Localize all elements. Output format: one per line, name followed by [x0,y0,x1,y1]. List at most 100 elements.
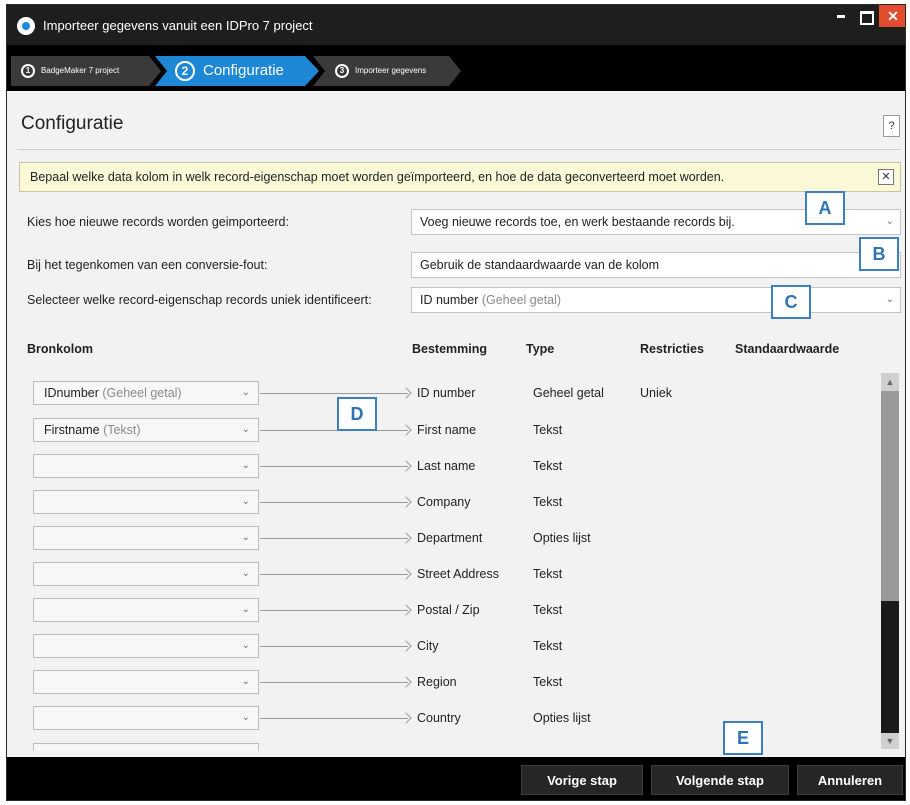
column-header-destination: Bestemming [412,342,488,356]
chevron-down-icon: ⌄ [241,604,250,615]
arrow-head-icon [400,496,412,508]
scrollbar-thumb[interactable] [881,391,899,601]
column-header-type: Type [526,342,555,356]
chevron-down-icon: ⌄ [885,216,894,227]
arrow-head-icon [400,568,412,580]
destination-cell: Postal / Zip [417,603,480,617]
chevron-down-icon: ⌄ [241,676,250,687]
destination-cell: ID number [417,386,476,400]
source-column-select[interactable]: Firstname (Tekst) ⌄ [33,418,259,442]
cancel-button[interactable]: Annuleren [797,765,903,795]
scrollbar-lower-track[interactable] [881,601,899,733]
maximize-button[interactable] [853,5,877,27]
source-column-select[interactable]: ⌄ [33,670,259,694]
conversion-error-label: Bij het tegenkomen van een conversie-fou… [27,258,268,272]
info-banner: Bepaal welke data kolom in welk record-e… [19,162,901,192]
source-column-select[interactable]: ⌄ [33,526,259,550]
arrow-head-icon [400,387,412,399]
source-column-select[interactable]: IDnumber (Geheel getal) ⌄ [33,381,259,405]
chevron-down-icon: ⌄ [241,460,250,471]
type-cell: Tekst [533,675,563,689]
chevron-down-icon: ⌄ [241,424,250,435]
column-header-restrictions: Restricties [640,342,704,356]
type-cell: Tekst [533,639,563,653]
chevron-down-icon: ⌄ [241,568,250,579]
import-mode-label: Kies hoe nieuwe records worden geimporte… [27,215,289,229]
chevron-down-icon: ⌄ [885,294,894,305]
step-label: Importeer gegevens [355,66,427,75]
step-importeer-gegevens[interactable]: 3 Importeer gegevens [313,56,461,86]
scroll-down-icon[interactable]: ▼ [881,733,899,749]
source-column-select[interactable]: ⌄ [33,634,259,658]
arrow-head-icon [400,604,412,616]
type-cell: Geheel getal [533,386,604,400]
type-cell: Opties lijst [533,531,591,545]
destination-cell: Country [417,711,461,725]
source-column-select[interactable]: ⌄ [33,598,259,622]
source-value: Firstname [44,423,100,437]
arrow-head-icon [400,424,412,436]
unique-identifier-select[interactable]: ID number (Geheel getal) ⌄ [411,287,901,313]
destination-cell: First name [417,423,477,437]
source-column-select[interactable] [33,743,259,751]
step-number: 3 [335,63,349,78]
source-hint: (Geheel getal) [102,386,182,400]
type-cell: Tekst [533,567,563,581]
step-badgemaker-project[interactable]: 1 BadgeMaker 7 project [11,56,161,86]
divider [17,149,901,150]
type-cell: Tekst [533,459,563,473]
minimize-button[interactable] [829,5,853,27]
source-column-select[interactable]: ⌄ [33,454,259,478]
banner-close-button[interactable]: ✕ [878,169,894,185]
conversion-error-select[interactable]: Gebruik de standaardwaarde van de kolom [411,252,901,278]
type-cell: Tekst [533,495,563,509]
unique-identifier-hint: (Geheel getal) [481,293,562,307]
previous-step-button[interactable]: Vorige stap [521,765,643,795]
chevron-down-icon: ⌄ [241,387,250,398]
source-column-select[interactable]: ⌄ [33,706,259,730]
step-number: 1 [21,63,35,78]
destination-cell: Company [417,495,471,509]
unique-identifier-value: ID number [420,293,479,307]
mapping-arrow [260,682,408,683]
mapping-arrow [260,393,408,394]
source-column-select[interactable]: ⌄ [33,562,259,586]
mapping-arrow [260,538,408,539]
next-step-button[interactable]: Volgende stap [651,765,789,795]
destination-cell: Last name [417,459,476,473]
window-title: Importeer gegevens vanuit een IDPro 7 pr… [43,18,313,33]
app-logo-icon [17,17,35,35]
page-title: Configuratie [21,113,124,134]
arrow-head-icon [400,640,412,652]
mapping-arrow [260,646,408,647]
type-cell: Tekst [533,423,563,437]
close-window-button[interactable]: ✕ [879,5,905,27]
wizard-steps: 1 BadgeMaker 7 project 2 Configuratie 3 Imp… [7,45,905,91]
info-banner-text: Bepaal welke data kolom in welk record-e… [30,170,725,184]
destination-cell: Department [417,531,483,545]
footer-bar: Vorige stap Volgende stap Annuleren [7,757,905,800]
mapping-arrow [260,610,408,611]
type-cell: Tekst [533,603,563,617]
callout-d: D [337,397,377,431]
mapping-arrow [260,466,408,467]
arrow-head-icon [400,712,412,724]
destination-cell: Street Address [417,567,499,581]
arrow-head-icon [400,460,412,472]
step-number: 2 [175,61,195,82]
type-cell: Opties lijst [533,711,591,725]
chevron-down-icon: ⌄ [241,712,250,723]
arrow-head-icon [400,676,412,688]
mapping-arrow [260,718,408,719]
callout-a: A [805,191,845,225]
unique-identifier-label: Selecteer welke record-eigenschap record… [27,293,372,307]
callout-b: B [859,237,899,271]
step-configuratie[interactable]: 2 Configuratie [155,56,319,86]
help-button[interactable]: ? [883,115,900,137]
destination-cell: Region [417,675,457,689]
scroll-up-icon[interactable]: ▲ [881,373,899,391]
mapping-arrow [260,502,408,503]
source-column-select[interactable]: ⌄ [33,490,259,514]
restriction-cell: Uniek [640,386,672,400]
callout-e: E [723,721,763,755]
